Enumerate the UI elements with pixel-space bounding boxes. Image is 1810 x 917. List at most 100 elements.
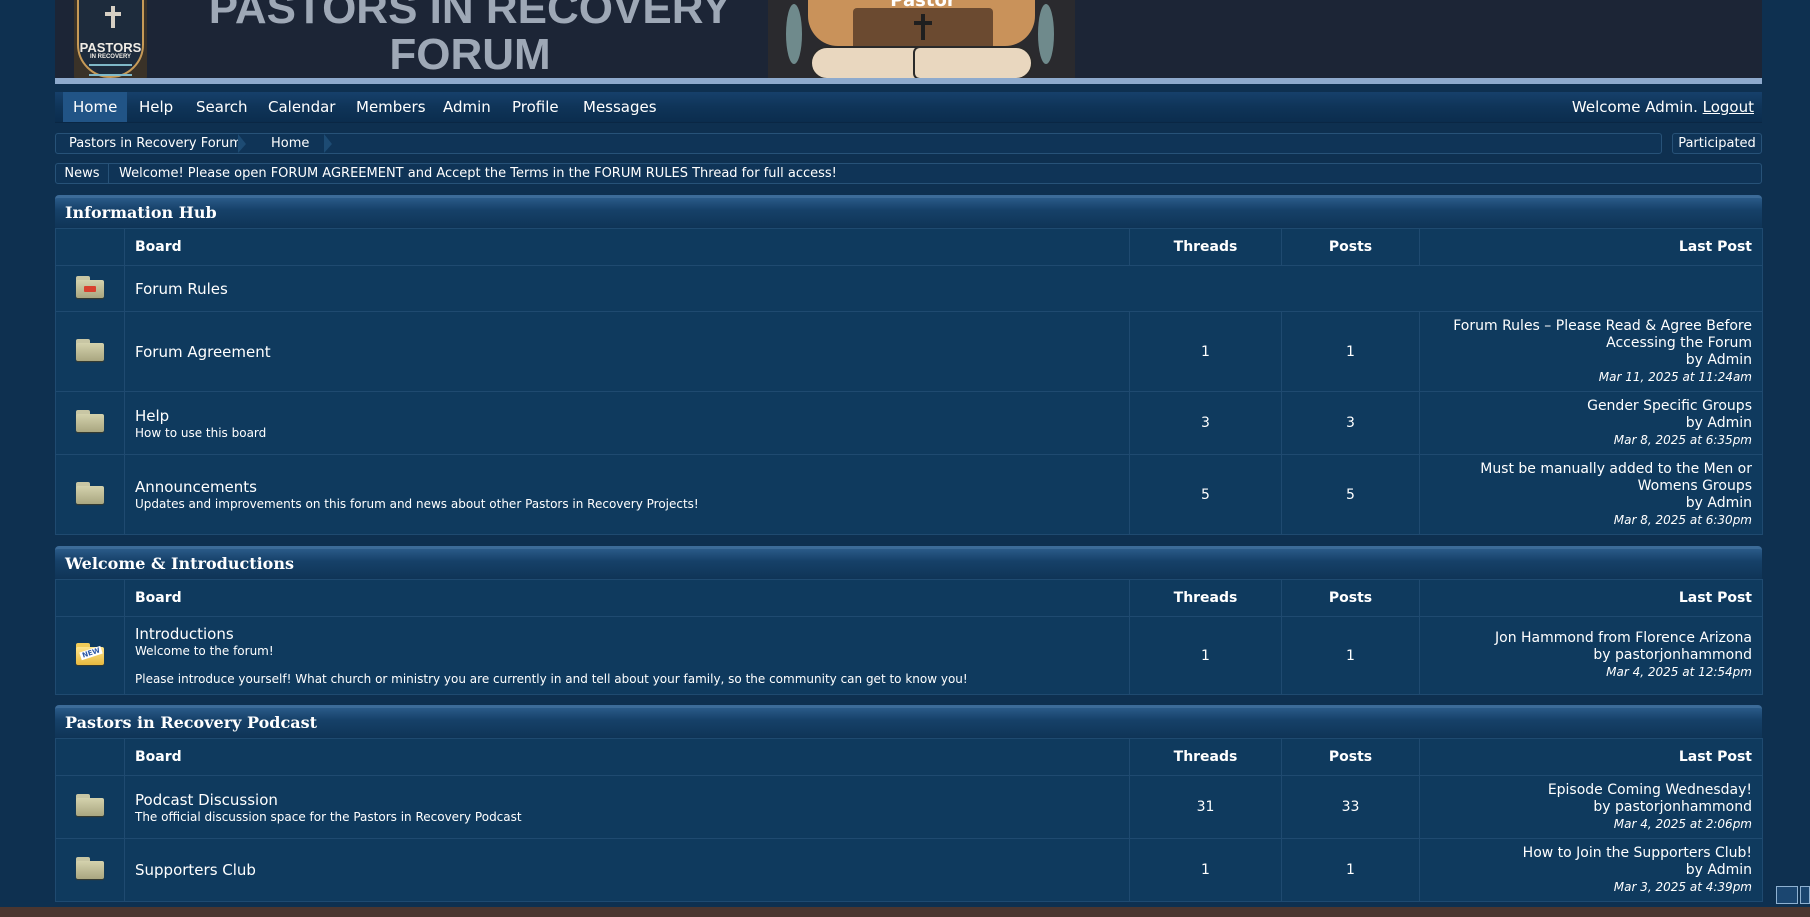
threads-count: 1	[1129, 838, 1282, 902]
board-row: Forum Agreement 1 1 Forum Rules – Please…	[55, 311, 1763, 392]
category-title[interactable]: Information Hub	[55, 195, 1762, 228]
last-post: Gender Specific Groups by Admin Mar 8, 2…	[1419, 391, 1763, 455]
board-name[interactable]: Podcast Discussion	[135, 791, 1119, 809]
table-header-row: Board Threads Posts Last Post	[55, 738, 1763, 776]
news-text: Welcome! Please open FORUM AGREEMENT and…	[119, 166, 837, 181]
folder-redirect-icon	[76, 275, 104, 298]
last-post-author[interactable]: by Admin	[1430, 862, 1752, 879]
board-name[interactable]: Supporters Club	[135, 861, 1119, 879]
posts-count: 1	[1281, 616, 1420, 695]
banner-title: PASTORS IN RECOVERY FORUM	[208, 0, 732, 79]
board-icon-cell: NEW	[55, 616, 125, 695]
board-info: Podcast Discussion The official discussi…	[124, 775, 1130, 839]
last-post-title[interactable]: Forum Rules – Please Read & Agree Before…	[1430, 318, 1752, 352]
board-column-header: Board	[124, 228, 1130, 266]
last-post-author[interactable]: by pastorjonhammond	[1430, 647, 1752, 664]
nav-search[interactable]: Search	[196, 92, 248, 122]
logo-text-line1: PASTORS	[79, 40, 142, 55]
tray-app-icon[interactable]	[1776, 886, 1798, 904]
last-post-date: Mar 11, 2025 at 11:24am	[1598, 369, 1752, 384]
board-row: Forum Rules	[55, 265, 1763, 312]
threads-count: 5	[1129, 454, 1282, 535]
last-post-date: Mar 8, 2025 at 6:35pm	[1613, 432, 1752, 447]
breadcrumb-home[interactable]: Home	[271, 134, 309, 153]
banner-artwork: Pastor	[768, 0, 1075, 84]
taskbar-strip	[0, 907, 1810, 917]
last-post-title[interactable]: Episode Coming Wednesday!	[1430, 782, 1752, 799]
board-info: Supporters Club	[124, 838, 1130, 902]
posts-count: 33	[1281, 775, 1420, 839]
hand-icon	[913, 46, 1033, 80]
board-icon-cell	[55, 775, 125, 839]
category-title[interactable]: Welcome & Introductions	[55, 546, 1762, 579]
cross-icon	[914, 14, 932, 40]
last-post-title[interactable]: How to Join the Supporters Club!	[1430, 845, 1752, 862]
category-podcast: Pastors in Recovery Podcast Board Thread…	[55, 705, 1763, 902]
last-post-title[interactable]: Must be manually added to the Men or Wom…	[1430, 461, 1752, 495]
board-name[interactable]: Forum Agreement	[135, 343, 1119, 361]
nav-calendar[interactable]: Calendar	[268, 92, 335, 122]
last-post-author[interactable]: by pastorjonhammond	[1430, 799, 1752, 816]
table-header-row: Board Threads Posts Last Post	[55, 228, 1763, 266]
threads-count: 31	[1129, 775, 1282, 839]
board-name[interactable]: Introductions	[135, 625, 1119, 643]
folder-icon	[76, 410, 104, 432]
board-row: Supporters Club 1 1 How to Join the Supp…	[55, 838, 1763, 902]
last-post-author[interactable]: by Admin	[1430, 495, 1752, 512]
last-post-date: Mar 4, 2025 at 2:06pm	[1613, 816, 1752, 831]
board-info: Help How to use this board	[124, 391, 1130, 455]
nav-help[interactable]: Help	[139, 92, 173, 122]
forum-logo[interactable]: PASTORS IN RECOVERY	[74, 0, 147, 82]
nav-messages[interactable]: Messages	[583, 92, 657, 122]
last-post-author[interactable]: by Admin	[1430, 352, 1752, 369]
nav-admin[interactable]: Admin	[443, 92, 491, 122]
breadcrumb-separator-icon	[238, 134, 246, 153]
icon-column-header	[55, 579, 125, 617]
breadcrumb-forum[interactable]: Pastors in Recovery Forum	[69, 134, 242, 153]
last-post-title[interactable]: Gender Specific Groups	[1430, 398, 1752, 415]
category-information-hub: Information Hub Board Threads Posts Last…	[55, 195, 1763, 535]
last-post-date: Mar 3, 2025 at 4:39pm	[1613, 879, 1752, 894]
wave-icon	[89, 64, 132, 76]
board-name[interactable]: Forum Rules	[135, 280, 1752, 298]
logout-link[interactable]: Logout	[1703, 98, 1754, 116]
board-row: Podcast Discussion The official discussi…	[55, 775, 1763, 839]
board-info: Announcements Updates and improvements o…	[124, 454, 1130, 535]
threads-count: 1	[1129, 311, 1282, 392]
nav-home[interactable]: Home	[63, 92, 128, 122]
banner-divider	[55, 78, 1762, 84]
threads-column-header: Threads	[1129, 738, 1282, 776]
last-post: Forum Rules – Please Read & Agree Before…	[1419, 311, 1763, 392]
board-name[interactable]: Help	[135, 407, 1119, 425]
user-welcome: Welcome Admin. Logout	[1572, 92, 1754, 122]
board-description: Updates and improvements on this forum a…	[135, 497, 699, 511]
folder-icon	[76, 794, 104, 816]
nav-profile[interactable]: Profile	[512, 92, 559, 122]
leaf-icon	[786, 4, 802, 64]
posts-count: 1	[1281, 838, 1420, 902]
last-post-author[interactable]: by Admin	[1430, 415, 1752, 432]
hand-icon	[810, 46, 930, 80]
posts-column-header: Posts	[1281, 228, 1420, 266]
logo-badge: PASTORS IN RECOVERY	[77, 0, 144, 78]
folder-icon	[76, 338, 104, 361]
board-description-extra: Please introduce yourself! What church o…	[135, 672, 968, 686]
last-post: Must be manually added to the Men or Wom…	[1419, 454, 1763, 535]
board-description: The official discussion space for the Pa…	[135, 809, 522, 824]
logo-text-line2: IN RECOVERY	[89, 54, 132, 60]
news-bar: News Welcome! Please open FORUM AGREEMEN…	[55, 163, 1762, 184]
last-post: Jon Hammond from Florence Arizona by pas…	[1419, 616, 1763, 695]
last-post-column-header: Last Post	[1419, 579, 1763, 617]
participated-button[interactable]: Participated	[1672, 133, 1762, 154]
last-post-title[interactable]: Jon Hammond from Florence Arizona	[1430, 630, 1752, 647]
news-label: News	[56, 164, 109, 183]
board-row: NEW Introductions Welcome to the forum! …	[55, 616, 1763, 695]
tray-app-icon[interactable]	[1800, 886, 1810, 904]
last-post-column-header: Last Post	[1419, 228, 1763, 266]
folder-icon	[76, 481, 104, 504]
main-nav: Home Help Search Calendar Members Admin …	[55, 92, 1762, 123]
board-name[interactable]: Announcements	[135, 478, 1119, 496]
breadcrumb-separator-icon	[324, 134, 332, 153]
category-title[interactable]: Pastors in Recovery Podcast	[55, 705, 1762, 738]
nav-members[interactable]: Members	[356, 92, 426, 122]
